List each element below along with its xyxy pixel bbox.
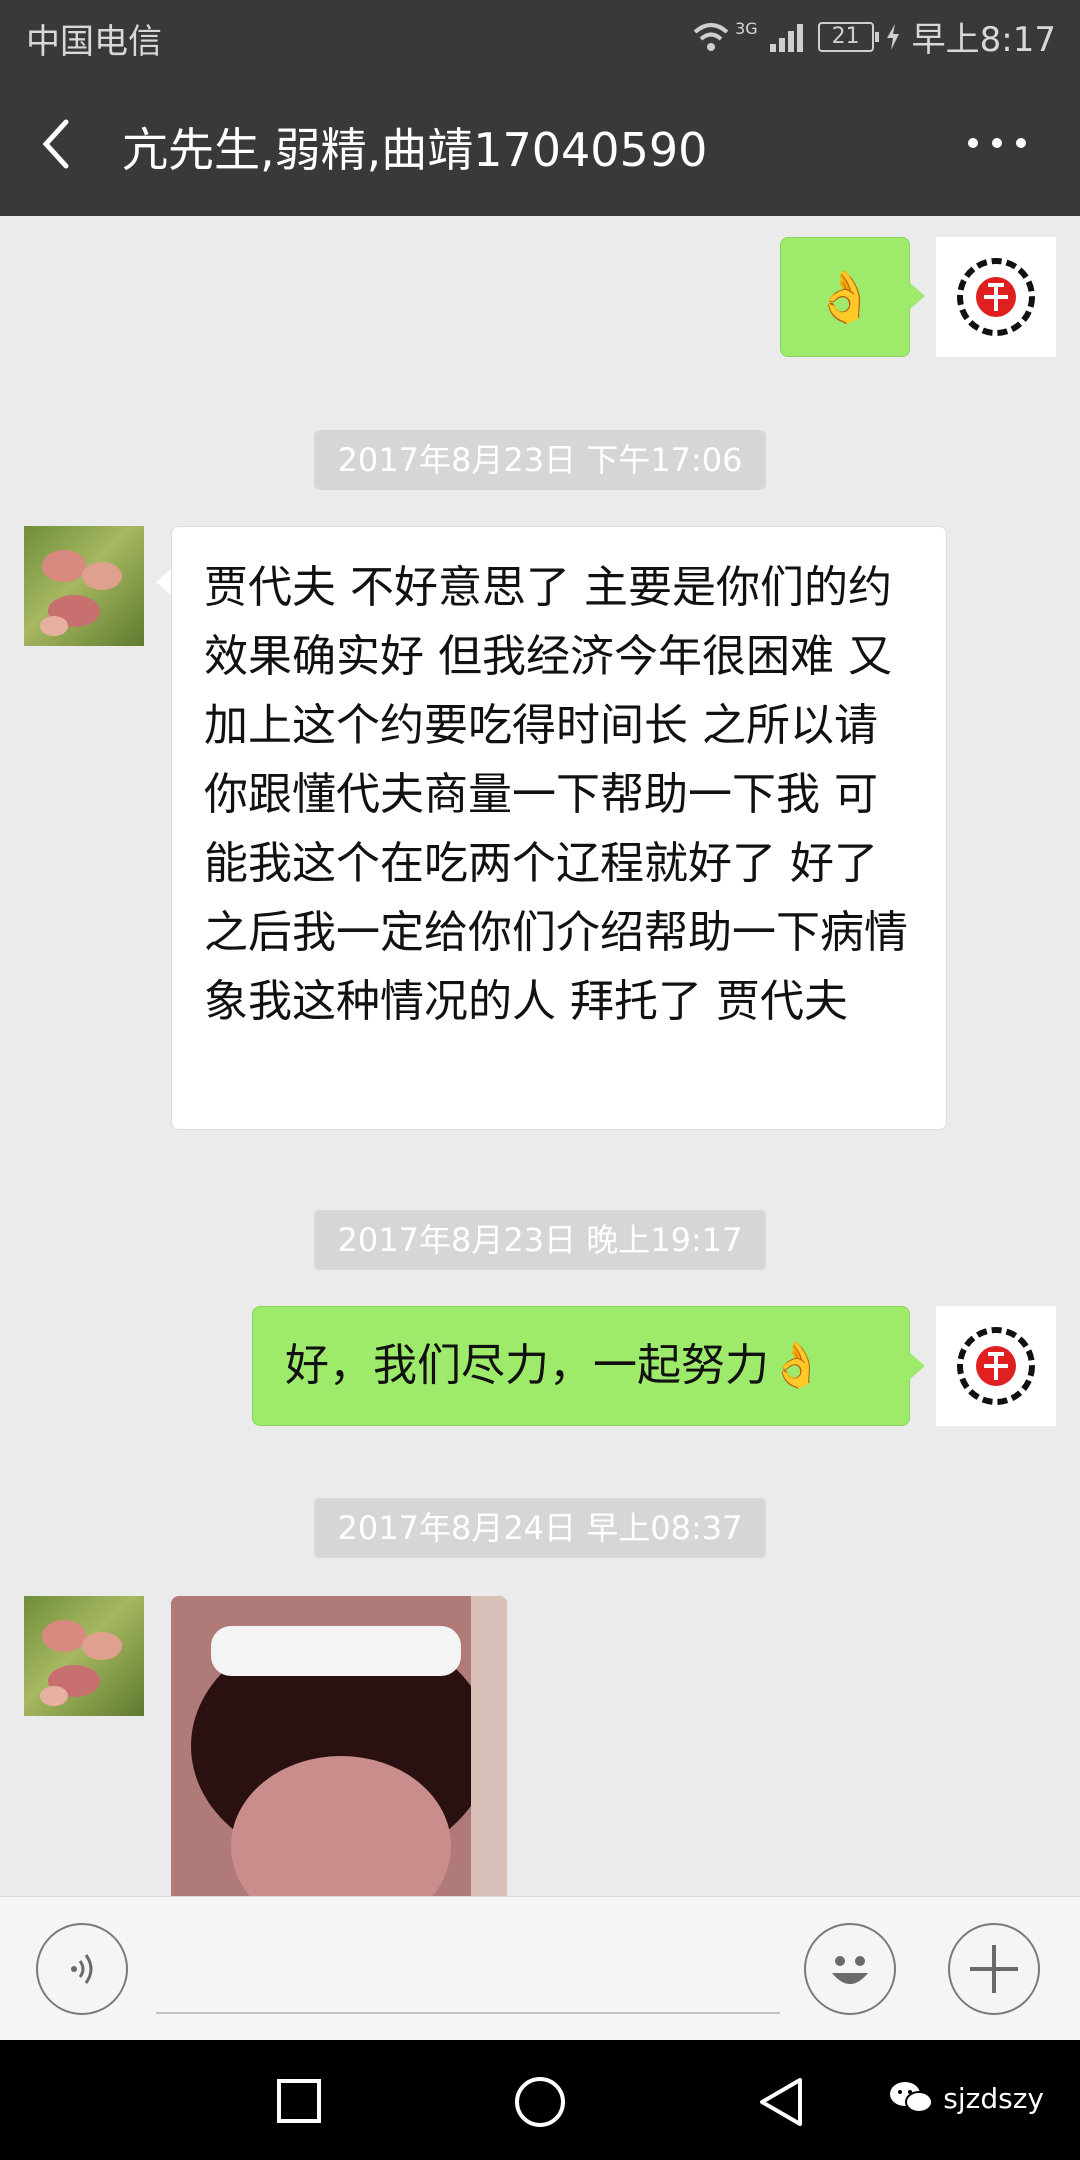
plus-icon xyxy=(970,1945,1018,1993)
wifi-icon xyxy=(693,22,729,51)
back-button[interactable] xyxy=(36,114,76,178)
contact-avatar[interactable] xyxy=(24,526,144,646)
bubble-tail xyxy=(909,1352,925,1380)
message-input[interactable] xyxy=(156,2012,780,2014)
tongue-photo-icon xyxy=(171,1596,507,1896)
self-avatar[interactable] xyxy=(936,1306,1056,1426)
contact-avatar[interactable] xyxy=(24,1596,144,1716)
message-text: 👌 xyxy=(813,267,877,326)
timestamp: 2017年8月24日 早上08:37 xyxy=(314,1498,766,1558)
charging-icon xyxy=(886,23,899,50)
recent-apps-icon[interactable] xyxy=(276,2078,322,2124)
orchid-photo-icon xyxy=(40,550,122,636)
input-bar xyxy=(0,1896,1080,2041)
self-avatar[interactable] xyxy=(936,237,1056,357)
sent-message-bubble[interactable]: 好，我们尽力，一起努力👌 xyxy=(252,1306,910,1426)
watermark-text: sjzdszy xyxy=(943,2081,1044,2115)
bubble-tail xyxy=(909,282,925,310)
orchid-photo-icon xyxy=(40,1620,122,1706)
image-message[interactable] xyxy=(171,1596,507,1896)
timestamp: 2017年8月23日 下午17:06 xyxy=(314,430,766,490)
network-type: 3G xyxy=(735,19,758,38)
status-icons: 3G 21 早上8:17 xyxy=(691,12,1056,61)
back-arrow-icon xyxy=(42,119,69,169)
watermark: sjzdszy xyxy=(889,2080,1044,2116)
clinic-logo-icon xyxy=(957,258,1035,336)
clinic-logo-icon xyxy=(957,1327,1035,1405)
system-nav-bar: sjzdszy xyxy=(0,2040,1080,2160)
more-icon[interactable] xyxy=(968,138,1026,148)
carrier-label: 中国电信 xyxy=(26,22,162,62)
message-text: 好，我们尽力，一起努力👌 xyxy=(285,1340,824,1391)
voice-icon xyxy=(71,1954,93,1984)
timestamp: 2017年8月23日 晚上19:17 xyxy=(314,1210,766,1270)
voice-button[interactable] xyxy=(36,1923,128,2015)
status-bar: 中国电信 3G 21 早上8:17 xyxy=(0,0,1080,72)
chat-title: 亢先生,弱精,曲靖17040590 xyxy=(122,123,708,177)
received-message-bubble[interactable]: 贾代夫 不好意思了 主要是你们的约效果确实好 但我经济今年很困难 又加上这个约要… xyxy=(171,526,947,1130)
message-text: 贾代夫 不好意思了 主要是你们的约效果确实好 但我经济今年很困难 又加上这个约要… xyxy=(204,562,908,1027)
sent-message-bubble[interactable]: 👌 xyxy=(780,237,910,357)
bubble-tail xyxy=(156,568,172,596)
emoji-button[interactable] xyxy=(804,1923,896,2015)
wechat-icon xyxy=(890,2082,934,2113)
battery-indicator: 21 xyxy=(817,21,879,52)
signal-icon xyxy=(769,23,803,52)
emoji-icon xyxy=(832,1956,868,1984)
home-icon[interactable] xyxy=(514,2076,566,2128)
chat-header: 亢先生,弱精,曲靖17040590 xyxy=(0,72,1080,216)
status-time: 早上8:17 xyxy=(911,20,1056,60)
back-triangle-icon[interactable] xyxy=(756,2076,804,2128)
plus-button[interactable] xyxy=(948,1923,1040,2015)
